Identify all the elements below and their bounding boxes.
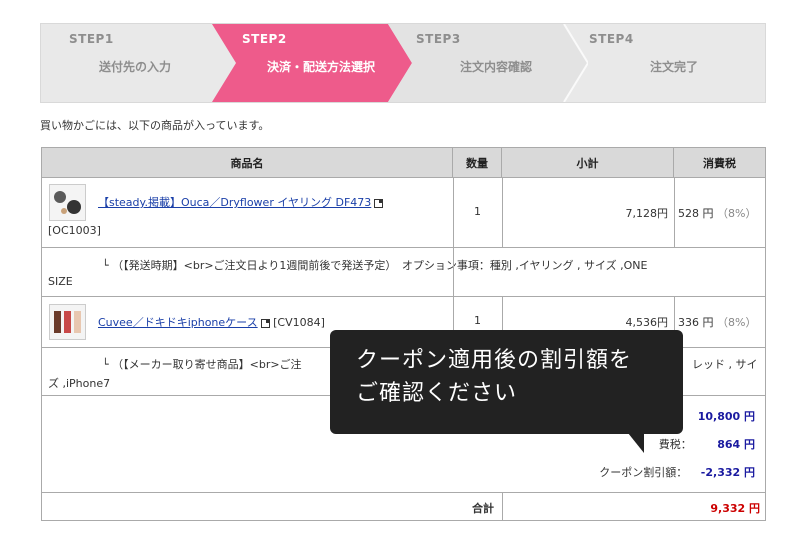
product-code: [OC1003] [48,224,101,237]
option-note-line: └ （【発送時期】<br>ご注文日より1週間前後で発送予定） オプション事項：種… [102,259,648,272]
coupon-tooltip: クーポン適用後の割引額を ご確認ください [330,330,683,434]
tooltip-pointer [628,433,644,453]
summary-coupon-value: -2,332 円 [700,466,755,479]
total-value: 9,332 円 [710,502,760,515]
checkout-steps: STEP1 送付先の入力 STEP2 決済・配送方法選択 STEP3 注文内容確… [40,23,766,103]
cart-intro-text: 買い物かごには、以下の商品が入っています。 [40,119,270,132]
row-divider [42,177,765,178]
step-3-label: 注文内容確認 [460,60,533,74]
product-link-row: Cuvee／ドキドキiphoneケース [CV1084] [98,314,325,330]
quantity: 1 [474,205,481,218]
row-divider [42,492,765,493]
row-divider [42,247,765,248]
total-label: 合計 [472,502,494,515]
product-thumbnail[interactable] [49,184,86,221]
step-2-number: STEP2 [242,32,287,46]
tax-row: 336 円 （8%） [678,314,756,330]
col-header-qty: 数量 [453,148,502,177]
option-note-line: SIZE [48,275,73,288]
column-divider [674,177,675,247]
column-divider [502,492,503,520]
tax-rate: （8%） [717,207,757,220]
tax-amount: 528 円 [678,207,714,220]
summary-tax-label: 費税： [658,438,692,451]
product-link[interactable]: 【steady.掲載】Ouca／Dryflower イヤリング DF473 [98,196,371,209]
summary-coupon-row: クーポン割引額： -2,332 円 [522,464,755,480]
product-code: [CV1084] [273,316,325,329]
phone-case-image-icon [54,311,81,333]
tooltip-line: ご確認ください [356,381,518,406]
subtotal: 7,128円 [625,207,669,220]
earring-image-icon [54,191,81,214]
col-header-subtotal: 小計 [502,148,674,177]
quantity: 1 [474,314,481,327]
option-note-line: └ （【メーカー取り寄せ商品】<br>ご注 [102,358,302,371]
product-link-row: 【steady.掲載】Ouca／Dryflower イヤリング DF473 [98,194,384,210]
step-2: STEP2 決済・配送方法選択 [212,24,412,102]
column-divider [502,177,503,247]
summary-coupon-label: クーポン割引額： [599,466,688,479]
tooltip-line: クーポン適用後の割引額を [356,348,633,373]
tax-row: 528 円 （8%） [678,205,756,221]
step-1-label: 送付先の入力 [99,60,172,74]
step-4-label: 注文完了 [650,60,699,74]
step-4-number: STEP4 [589,32,634,46]
external-link-icon[interactable] [374,198,384,208]
external-link-icon[interactable] [260,318,270,328]
summary-tax-value: 864 円 [717,438,755,451]
step-4: STEP4 注文完了 [564,24,766,102]
col-header-name: 商品名 [42,148,453,177]
step-1: STEP1 送付先の入力 [41,24,236,102]
tax-rate: （8%） [717,316,757,329]
step-1-number: STEP1 [69,32,114,46]
tax-amount: 336 円 [678,316,714,329]
col-header-tax: 消費税 [674,148,765,177]
step-2-label: 決済・配送方法選択 [267,60,376,74]
option-note-line: ズ ,iPhone7 [48,377,111,390]
row-divider [42,296,765,297]
step-3-number: STEP3 [416,32,461,46]
option-note-tail: レッド , サイ [692,358,758,371]
subtotal: 4,536円 [625,316,669,329]
product-link[interactable]: Cuvee／ドキドキiphoneケース [98,316,258,329]
step-3: STEP3 注文内容確認 [388,24,588,102]
product-thumbnail[interactable] [49,304,86,340]
